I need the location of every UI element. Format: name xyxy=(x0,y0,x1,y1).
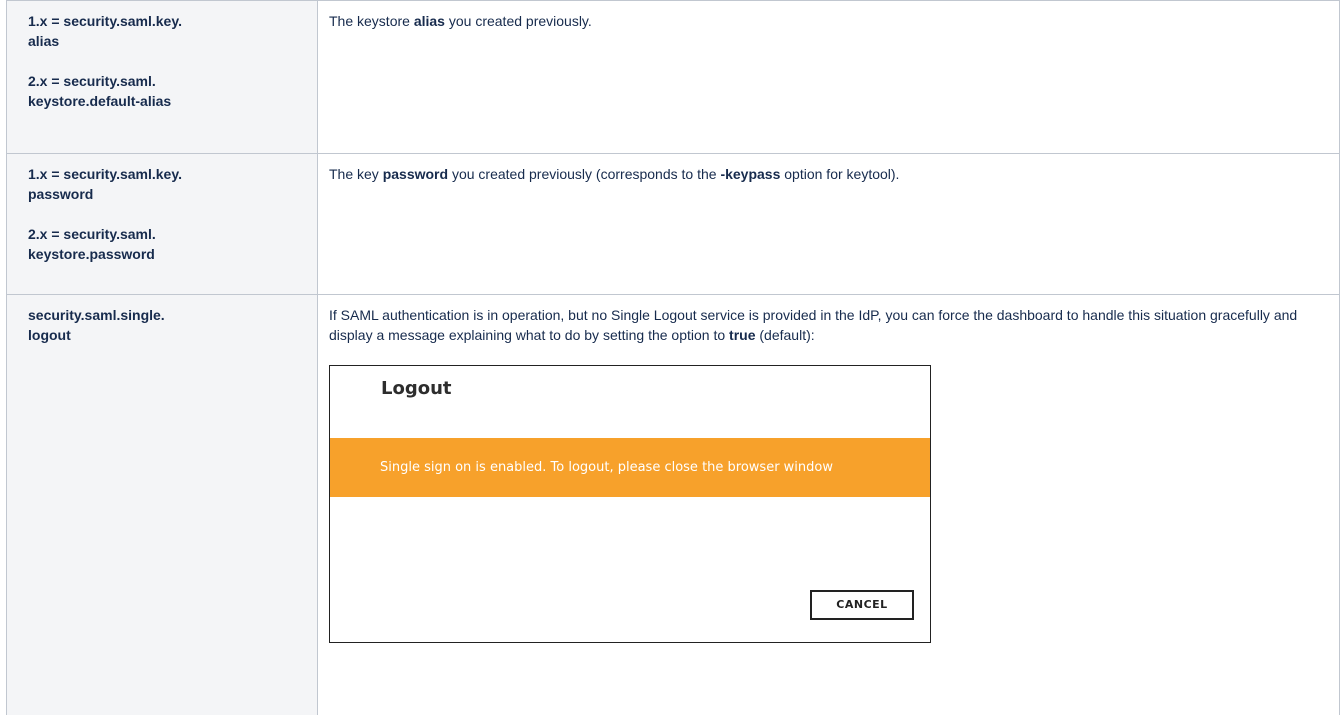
dialog-title: Logout xyxy=(381,378,452,399)
logout-dialog-screenshot: Logout Single sign on is enabled. To log… xyxy=(329,365,931,643)
option-key-cell: 1.x = security.saml.key. password 2.x = s… xyxy=(6,153,318,295)
option-key-cell: 1.x = security.saml.key. alias 2.x = secu… xyxy=(6,0,318,154)
option-description: The keystore alias you created previousl… xyxy=(329,13,592,29)
option-key-2x: 2.x = security.saml. keystore.password xyxy=(28,226,156,262)
table-row: 1.x = security.saml.key. password 2.x = s… xyxy=(6,153,1340,295)
option-key: security.saml.single. logout xyxy=(28,307,165,343)
table-row: security.saml.single. logout If SAML auth… xyxy=(6,294,1340,715)
config-options-table: 1.x = security.saml.key. alias 2.x = secu… xyxy=(6,0,1340,715)
option-description-cell: The key password you created previously … xyxy=(317,153,1340,295)
option-description-cell: If SAML authentication is in operation, … xyxy=(317,294,1340,715)
sso-warning-banner: Single sign on is enabled. To logout, pl… xyxy=(330,438,930,497)
cancel-button: CANCEL xyxy=(810,590,914,620)
option-description: If SAML authentication is in operation, … xyxy=(329,307,1298,343)
option-key-1x: 1.x = security.saml.key. alias xyxy=(28,13,182,49)
option-key-2x: 2.x = security.saml. keystore.default-ali… xyxy=(28,73,172,109)
option-description-cell: The keystore alias you created previousl… xyxy=(317,0,1340,154)
option-description: The key password you created previously … xyxy=(329,166,900,182)
option-key-1x: 1.x = security.saml.key. password xyxy=(28,166,182,202)
table-row: 1.x = security.saml.key. alias 2.x = secu… xyxy=(6,0,1340,154)
option-key-cell: security.saml.single. logout xyxy=(6,294,318,715)
